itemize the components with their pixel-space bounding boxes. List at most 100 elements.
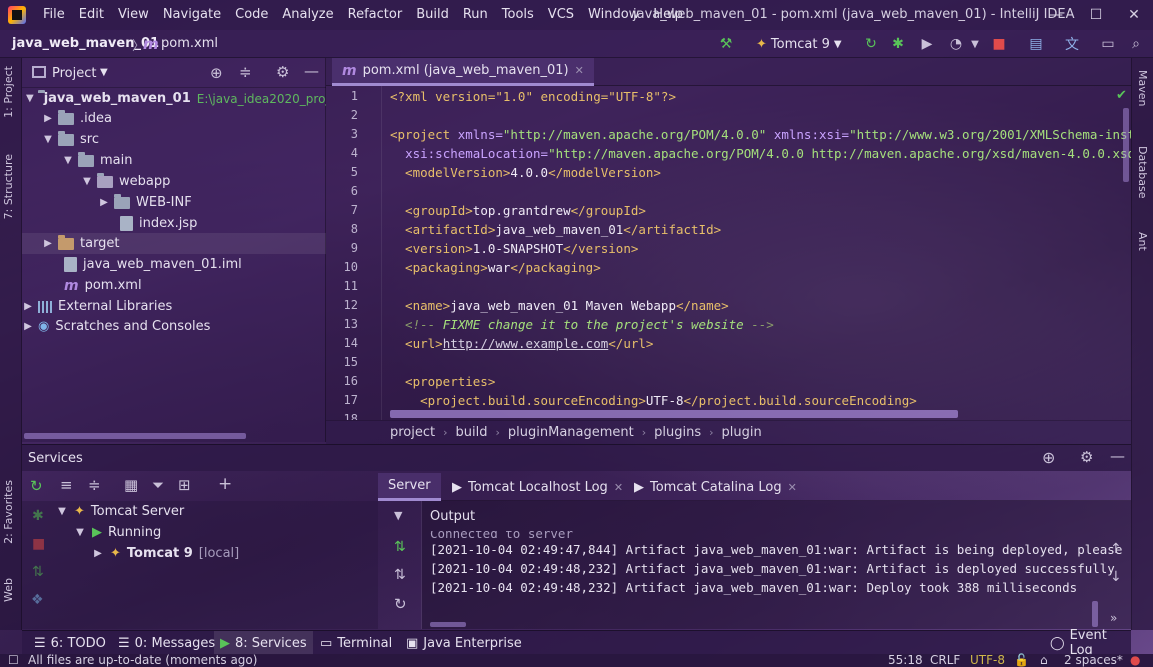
menu-code[interactable]: Code	[228, 0, 275, 30]
chevron-down-icon[interactable]: ▼	[100, 67, 108, 78]
breadcrumb-plugin[interactable]: plugin	[722, 425, 762, 440]
close-tab-icon[interactable]: ✕	[575, 64, 584, 77]
tool-tab-database[interactable]: Database	[1136, 146, 1149, 199]
breadcrumb-plugins[interactable]: plugins	[654, 425, 701, 440]
tab-server[interactable]: Server	[378, 473, 441, 501]
line-separator[interactable]: CRLF	[930, 653, 960, 667]
close-icon[interactable]: ✕	[1114, 0, 1153, 30]
tree-item-web-inf[interactable]: ▶ WEB-INF	[22, 192, 326, 213]
tree-item-project-root[interactable]: ▼ java_web_maven_01 E:\java_idea2020_pro…	[22, 88, 326, 109]
status-checkbox-icon[interactable]: ☐	[8, 653, 19, 667]
hide-panel-icon[interactable]: —	[1110, 447, 1125, 465]
breadcrumb-project[interactable]: project	[390, 425, 435, 440]
tool-tab-ant[interactable]: Ant	[1136, 232, 1149, 251]
tool-tab-structure[interactable]: 7: Structure	[2, 154, 15, 219]
tool-tab-todo[interactable]: ☰ 6: TODO	[28, 631, 112, 655]
menu-view[interactable]: View	[111, 0, 156, 30]
update-app-icon[interactable]: ⇅	[394, 539, 406, 555]
project-view-selector[interactable]: Project	[52, 66, 96, 81]
menu-run[interactable]: Run	[456, 0, 495, 30]
menu-navigate[interactable]: Navigate	[156, 0, 228, 30]
expand-arrow-icon[interactable]: ▼	[74, 527, 86, 538]
tree-item-src[interactable]: ▼ src	[22, 129, 326, 150]
debug-icon[interactable]: ✱	[888, 34, 908, 54]
editor-horizontal-scrollbar[interactable]	[390, 410, 958, 418]
scroll-down-icon[interactable]: ↓	[1110, 569, 1122, 585]
tool-tab-maven[interactable]: Maven	[1136, 70, 1149, 106]
redeploy-icon[interactable]: ⇅	[394, 567, 406, 583]
menu-file[interactable]: File	[36, 0, 72, 30]
project-panel-scrollbar[interactable]	[24, 433, 246, 439]
service-running-group[interactable]: ▼ ▶ Running	[22, 522, 378, 543]
rerun-icon[interactable]: ↻	[861, 34, 881, 54]
expand-arrow-icon[interactable]: ▶	[92, 548, 104, 559]
terminal-window-icon[interactable]: ▭	[1098, 34, 1118, 54]
expand-arrow-icon[interactable]: ▼	[81, 176, 93, 187]
indent-setting[interactable]: 2 spaces*	[1064, 653, 1123, 667]
gear-icon[interactable]: ⚙	[1080, 448, 1093, 466]
service-tomcat-9[interactable]: ▶ ✦ Tomcat 9 [local]	[22, 543, 378, 564]
run-configuration-selector[interactable]: ✦ Tomcat 9 ▼	[756, 33, 842, 55]
tree-item-main[interactable]: ▼ main	[22, 150, 326, 171]
stop-icon[interactable]: ■	[989, 34, 1009, 54]
expand-arrow-icon[interactable]: ▶	[42, 113, 54, 124]
tree-item-idea[interactable]: ▶ .idea	[22, 108, 326, 129]
breadcrumb-file[interactable]: pom.xml	[161, 36, 218, 51]
locate-icon[interactable]: ⊕	[210, 64, 223, 82]
profile-dropdown-icon[interactable]: ▼	[965, 34, 985, 54]
rerun-icon[interactable]: ↻	[30, 477, 43, 495]
tree-item-target[interactable]: ▶ target	[22, 233, 326, 254]
file-encoding[interactable]: UTF-8	[970, 653, 1005, 667]
project-structure-icon[interactable]: ▤	[1026, 34, 1046, 54]
expand-all-icon[interactable]: ≡	[60, 476, 73, 494]
hide-panel-icon[interactable]: —	[304, 62, 319, 80]
menu-tools[interactable]: Tools	[495, 0, 541, 30]
build-hammer-icon[interactable]: ⚒	[716, 34, 736, 54]
collapse-all-icon[interactable]: ≑	[239, 63, 252, 81]
menu-build[interactable]: Build	[409, 0, 456, 30]
service-tomcat-server[interactable]: ▼ ✦ Tomcat Server	[22, 501, 378, 522]
locate-icon[interactable]: ⊕	[1042, 448, 1055, 467]
collapse-all-icon[interactable]: ≑	[88, 476, 101, 494]
tool-tab-event-log[interactable]: ◯ Event Log	[1044, 628, 1131, 658]
expand-arrow-icon[interactable]: ▼	[42, 134, 54, 145]
scroll-up-icon[interactable]: ↑	[1110, 541, 1122, 557]
tree-item-iml[interactable]: java_web_maven_01.iml	[22, 254, 326, 275]
run-with-coverage-icon[interactable]: ▶	[917, 34, 937, 54]
editor-tab-pom[interactable]: m pom.xml (java_web_maven_01) ✕	[332, 58, 594, 86]
tree-item-pom[interactable]: m pom.xml	[22, 275, 326, 296]
tool-tab-messages[interactable]: ☰ 0: Messages	[112, 631, 221, 655]
search-icon[interactable]: ⌕	[1126, 34, 1146, 54]
filter-icon[interactable]: ⏷	[152, 476, 164, 494]
tool-tab-java-enterprise[interactable]: ▣ Java Enterprise	[400, 631, 528, 655]
expand-arrow-icon[interactable]: ▶	[98, 197, 110, 208]
editor-vertical-scrollbar[interactable]	[1123, 108, 1129, 182]
tool-tab-favorites[interactable]: 2: Favorites	[2, 480, 15, 544]
menu-vcs[interactable]: VCS	[541, 0, 581, 30]
close-tab-icon[interactable]: ✕	[788, 481, 797, 494]
expand-arrow-icon[interactable]: ▶	[42, 238, 54, 249]
breadcrumb-build[interactable]: build	[456, 425, 488, 440]
close-tab-icon[interactable]: ✕	[614, 481, 623, 494]
lock-icon[interactable]: 🔓	[1014, 653, 1029, 667]
chevron-down-icon[interactable]: ▼	[394, 509, 402, 522]
expand-arrow-icon[interactable]: ▼	[62, 155, 74, 166]
tree-item-external-libraries[interactable]: ▶ External Libraries	[22, 296, 326, 317]
caret-position[interactable]: 55:18	[888, 653, 923, 667]
menu-analyze[interactable]: Analyze	[275, 0, 340, 30]
notification-icon[interactable]: ●	[1130, 653, 1140, 667]
code-editor[interactable]: 1 2 3 4 5 6 7 8 9 10 11 12 13 14 15 16 17 18 <?xml versio…	[326, 86, 1131, 420]
tree-item-webapp[interactable]: ▼ webapp	[22, 171, 326, 192]
refresh-icon[interactable]: ↻	[394, 595, 407, 613]
add-service-icon[interactable]: +	[218, 474, 232, 494]
expand-arrow-icon[interactable]: ▼	[26, 93, 34, 104]
tool-tab-services[interactable]: ▶ 8: Services	[214, 631, 313, 655]
output-vertical-scrollbar[interactable]	[1092, 601, 1098, 627]
menu-edit[interactable]: Edit	[72, 0, 111, 30]
output-horizontal-scrollbar[interactable]	[430, 622, 466, 627]
tool-tab-project[interactable]: 1: Project	[2, 66, 15, 118]
breadcrumb-plugin-management[interactable]: pluginManagement	[508, 425, 634, 440]
tree-item-scratches[interactable]: ▶ ◉ Scratches and Consoles	[22, 316, 326, 337]
menu-refactor[interactable]: Refactor	[341, 0, 410, 30]
expand-arrow-icon[interactable]: ▶	[22, 301, 34, 312]
